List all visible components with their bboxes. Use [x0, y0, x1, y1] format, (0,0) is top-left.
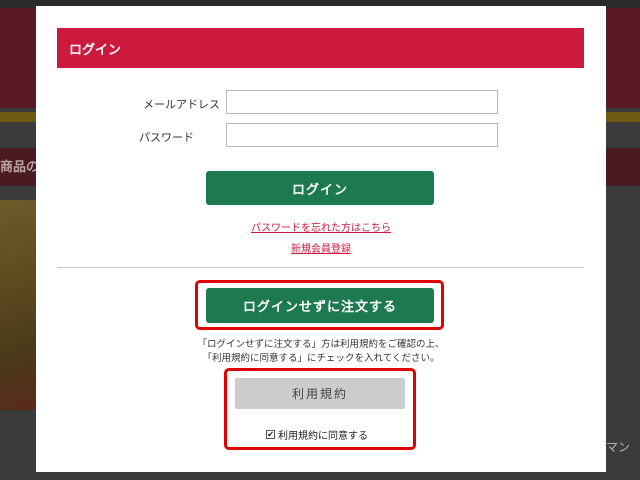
agree-label[interactable]: 利用規約に同意する — [278, 427, 368, 442]
agree-terms-row[interactable]: ✔ 利用規約に同意する — [266, 427, 368, 442]
password-field[interactable] — [226, 123, 498, 147]
email-label: メールアドレス — [143, 98, 220, 111]
background-section-heading: 商品の — [0, 160, 40, 175]
terms-button[interactable]: 利用規約 — [235, 378, 405, 409]
password-label: パスワード — [139, 131, 194, 144]
checkmark-icon: ✔ — [267, 429, 274, 439]
forgot-password-link[interactable]: パスワードを忘れた方はこちら — [36, 219, 606, 234]
register-link[interactable]: 新規会員登録 — [36, 240, 606, 255]
login-button[interactable]: ログイン — [206, 171, 434, 205]
modal-title: ログイン — [57, 28, 584, 68]
background-product-image — [0, 200, 40, 410]
guest-notice-line2: 「利用規約に同意する」にチェックを入れてください。 — [202, 353, 440, 364]
background-text-fragment: マン — [606, 440, 631, 454]
agree-checkbox[interactable]: ✔ — [266, 430, 275, 439]
divider — [57, 267, 584, 268]
guest-order-button[interactable]: ログインせずに注文する — [206, 288, 434, 323]
login-modal: ログイン メールアドレス パスワード ログイン パスワードを忘れた方はこちら 新… — [36, 6, 606, 472]
guest-notice-line1: 「ログインせずに注文する」方は利用規約をご確認の上、 — [197, 339, 445, 350]
email-field[interactable] — [226, 90, 498, 114]
